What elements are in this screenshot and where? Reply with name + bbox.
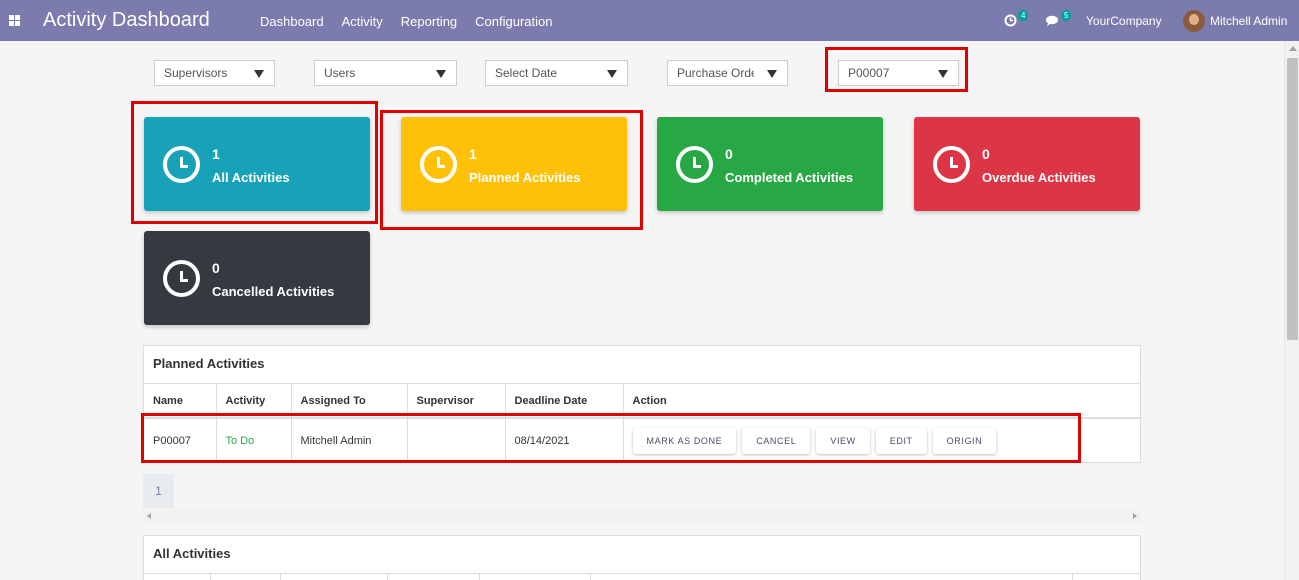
card-count: 1 bbox=[212, 146, 220, 162]
caret-down-icon bbox=[938, 70, 948, 78]
cell-name: P00007 bbox=[144, 418, 217, 463]
planned-activities-table: Name Activity Assigned To Supervisor Dea… bbox=[144, 384, 1140, 463]
pagination-page-1[interactable]: 1 bbox=[143, 474, 174, 508]
date-select-value: Select Date bbox=[495, 66, 558, 80]
date-select[interactable]: Select Date bbox=[485, 60, 628, 86]
cell-activity: To Do bbox=[216, 418, 292, 463]
activity-menu[interactable]: 4 bbox=[1004, 0, 1029, 41]
card-count: 0 bbox=[982, 146, 990, 162]
message-count-badge: 5 bbox=[1061, 10, 1072, 21]
cell-assigned-to: Mitchell Admin bbox=[291, 418, 408, 463]
view-button[interactable]: VIEW bbox=[816, 428, 870, 454]
clock-icon bbox=[933, 146, 970, 183]
activity-count-badge: 4 bbox=[1018, 10, 1029, 21]
caret-down-icon bbox=[254, 70, 264, 78]
menu-configuration[interactable]: Configuration bbox=[475, 14, 552, 29]
col-activity: Activity bbox=[216, 384, 292, 419]
col-name: Name bbox=[144, 384, 217, 419]
all-activities-header-row bbox=[144, 574, 1140, 580]
menu-activity[interactable]: Activity bbox=[342, 14, 383, 29]
apps-grid-icon[interactable] bbox=[9, 15, 20, 26]
clock-icon bbox=[1004, 14, 1017, 27]
horizontal-scrollbar[interactable] bbox=[143, 510, 1141, 523]
panel-title: All Activities bbox=[144, 536, 1140, 574]
origin-button[interactable]: ORIGIN bbox=[932, 428, 997, 454]
card-all-activities[interactable]: 1 All Activities bbox=[144, 117, 370, 211]
clock-icon bbox=[163, 146, 200, 183]
supervisors-select[interactable]: Supervisors bbox=[154, 60, 275, 86]
card-count: 1 bbox=[469, 146, 477, 162]
menu-reporting[interactable]: Reporting bbox=[401, 14, 457, 29]
mark-as-done-button[interactable]: MARK AS DONE bbox=[632, 428, 737, 454]
avatar bbox=[1183, 9, 1205, 32]
all-activities-panel: All Activities bbox=[143, 535, 1141, 580]
scroll-up-arrow-icon[interactable] bbox=[1289, 46, 1297, 51]
users-select[interactable]: Users bbox=[314, 60, 457, 86]
card-label: Completed Activities bbox=[725, 170, 854, 185]
card-count: 0 bbox=[212, 260, 220, 276]
record-select[interactable]: P00007 bbox=[838, 60, 959, 86]
clock-icon bbox=[420, 146, 457, 183]
top-navbar: Activity Dashboard Dashboard Activity Re… bbox=[0, 0, 1299, 41]
edit-button[interactable]: EDIT bbox=[875, 428, 927, 454]
main-menu: Dashboard Activity Reporting Configurati… bbox=[260, 14, 570, 29]
user-name: Mitchell Admin bbox=[1210, 13, 1288, 28]
user-menu[interactable]: Mitchell Admin bbox=[1183, 0, 1287, 41]
table-row: P00007 To Do Mitchell Admin 08/14/2021 M… bbox=[144, 418, 1140, 463]
card-overdue-activities[interactable]: 0 Overdue Activities bbox=[914, 117, 1140, 211]
cell-deadline: 08/14/2021 bbox=[505, 418, 624, 463]
scrollbar-thumb[interactable] bbox=[1287, 58, 1298, 340]
scroll-right-arrow-icon[interactable] bbox=[1133, 513, 1137, 519]
caret-down-icon bbox=[436, 70, 446, 78]
card-planned-activities[interactable]: 1 Planned Activities bbox=[401, 117, 627, 211]
model-select[interactable]: Purchase Order bbox=[667, 60, 788, 86]
planned-activities-panel: Planned Activities Name Activity Assigne… bbox=[143, 345, 1141, 463]
panel-title: Planned Activities bbox=[144, 346, 1140, 384]
scroll-left-arrow-icon[interactable] bbox=[147, 513, 151, 519]
caret-down-icon bbox=[767, 70, 777, 78]
card-completed-activities[interactable]: 0 Completed Activities bbox=[657, 117, 883, 211]
col-supervisor: Supervisor bbox=[407, 384, 506, 419]
col-deadline: Deadline Date bbox=[505, 384, 624, 419]
supervisors-select-value: Supervisors bbox=[164, 66, 228, 80]
clock-icon bbox=[676, 146, 713, 183]
card-label: Planned Activities bbox=[469, 170, 581, 185]
chat-icon bbox=[1046, 15, 1058, 26]
card-cancelled-activities[interactable]: 0 Cancelled Activities bbox=[144, 231, 370, 325]
card-label: Cancelled Activities bbox=[212, 284, 335, 299]
company-switcher[interactable]: YourCompany bbox=[1086, 0, 1162, 41]
cell-actions: MARK AS DONE CANCEL VIEW EDIT ORIGIN bbox=[623, 418, 1140, 463]
clock-icon bbox=[163, 260, 200, 297]
cancel-button[interactable]: CANCEL bbox=[742, 428, 811, 454]
vertical-scrollbar[interactable] bbox=[1284, 41, 1299, 580]
record-select-value: P00007 bbox=[848, 66, 890, 80]
caret-down-icon bbox=[607, 70, 617, 78]
model-select-value: Purchase Order bbox=[677, 66, 754, 80]
card-count: 0 bbox=[725, 146, 733, 162]
col-action: Action bbox=[623, 384, 1140, 419]
users-select-value: Users bbox=[324, 66, 356, 80]
card-label: All Activities bbox=[212, 170, 290, 185]
col-assigned-to: Assigned To bbox=[291, 384, 408, 419]
cell-supervisor bbox=[407, 418, 506, 463]
card-label: Overdue Activities bbox=[982, 170, 1096, 185]
messaging-menu[interactable]: 5 bbox=[1046, 0, 1072, 41]
app-title: Activity Dashboard bbox=[43, 9, 210, 31]
menu-dashboard[interactable]: Dashboard bbox=[260, 14, 324, 29]
